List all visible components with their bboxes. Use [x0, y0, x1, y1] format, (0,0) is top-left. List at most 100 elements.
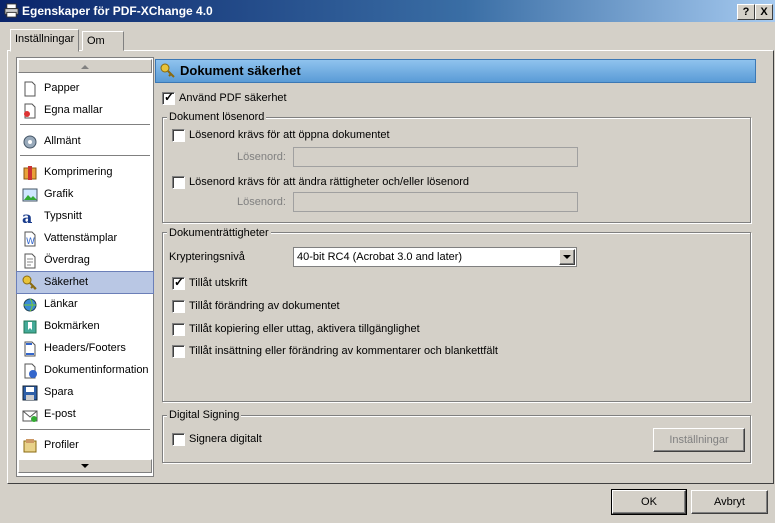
checkmark-icon: ✓	[164, 90, 175, 104]
sidebar-item-vattenstamplar[interactable]: W Vattenstämplar	[17, 228, 153, 249]
links-icon	[23, 298, 37, 312]
ok-button[interactable]: OK	[612, 490, 686, 514]
dropdown-button[interactable]	[559, 249, 575, 265]
printer-icon	[4, 3, 19, 18]
password-group-legend: Dokument lösenord	[167, 111, 267, 123]
headers-footers-icon	[24, 341, 36, 357]
sidebar-scroll-down-button[interactable]	[18, 459, 152, 473]
change-password-label: Lösenord krävs för att ändra rättigheter…	[189, 176, 470, 188]
sidebar-item-label: Säkerhet	[44, 276, 89, 288]
signing-group-legend: Digital Signing	[167, 409, 242, 421]
sign-digitally-checkbox[interactable]	[172, 433, 185, 446]
sidebar-item-label: Spara	[44, 386, 74, 398]
sidebar-item-papper[interactable]: Papper	[17, 78, 153, 99]
help-button[interactable]: ?	[737, 4, 755, 20]
change-password-checkbox[interactable]	[172, 176, 185, 189]
encryption-select[interactable]: 40-bit RC4 (Acrobat 3.0 and later)	[293, 247, 577, 267]
sidebar-item-overdrag[interactable]: Överdrag	[17, 250, 153, 271]
paper-icon	[24, 81, 36, 97]
sidebar-item-label: Grafik	[44, 188, 74, 200]
watermark-icon: W	[24, 231, 36, 247]
bookmarks-icon	[23, 320, 37, 334]
general-icon	[23, 135, 37, 149]
security-icon	[160, 63, 175, 78]
sidebar-item-egna-mallar[interactable]: Egna mallar	[17, 100, 153, 121]
allow-print-label: Tillåt utskrift	[189, 277, 248, 289]
change-password-field-label: Lösenord:	[237, 196, 286, 208]
sidebar-item-dokumentinformation[interactable]: Dokumentinformation	[17, 360, 153, 381]
allow-copy-checkbox[interactable]	[172, 323, 185, 336]
sidebar-divider	[20, 155, 150, 156]
section-title: Dokument säkerhet	[180, 63, 301, 78]
sidebar-item-headers-footers[interactable]: Headers/Footers	[17, 338, 153, 359]
sidebar-divider	[20, 429, 150, 430]
sidebar-item-sakerhet[interactable]: Säkerhet	[16, 271, 154, 294]
tab-about[interactable]: Om	[82, 31, 124, 51]
sidebar-item-label: Dokumentinformation	[44, 364, 149, 376]
signing-settings-button[interactable]: Inställningar	[653, 428, 745, 452]
sidebar-item-label: Vattenstämplar	[44, 232, 118, 244]
encryption-select-value: 40-bit RC4 (Acrobat 3.0 and later)	[297, 251, 463, 263]
document-info-icon	[24, 363, 37, 379]
allow-print-checkbox[interactable]: ✓	[172, 275, 185, 290]
allow-copy-label: Tillåt kopiering eller uttag, aktivera t…	[189, 323, 420, 335]
save-icon	[22, 385, 38, 401]
allow-modify-checkbox[interactable]	[172, 300, 185, 313]
sign-digitally-label: Signera digitalt	[189, 433, 262, 445]
sidebar-item-label: Bokmärken	[44, 320, 100, 332]
close-button[interactable]: X	[755, 4, 773, 20]
use-security-label: Använd PDF säkerhet	[179, 92, 287, 104]
graphics-icon	[22, 188, 38, 202]
chevron-down-icon	[563, 255, 571, 259]
profiles-icon	[23, 439, 37, 453]
allow-comments-label: Tillåt insättning eller förändring av ko…	[189, 345, 498, 357]
open-password-checkbox[interactable]	[172, 129, 185, 142]
sidebar-item-label: Komprimering	[44, 166, 113, 178]
title-bar[interactable]: Egenskaper för PDF-XChange 4.0 ? X	[0, 0, 775, 22]
open-password-label: Lösenord krävs för att öppna dokumentet	[189, 129, 390, 141]
overlay-icon	[24, 253, 36, 269]
open-password-input[interactable]	[293, 147, 578, 167]
sidebar-divider	[20, 124, 150, 125]
sidebar-item-allmant[interactable]: Allmänt	[17, 131, 153, 152]
allow-modify-label: Tillåt förändring av dokumentet	[189, 300, 340, 312]
svg-text:a: a	[22, 209, 32, 225]
open-password-field-label: Lösenord:	[237, 151, 286, 163]
change-password-input[interactable]	[293, 192, 578, 212]
compression-icon	[23, 166, 37, 180]
sidebar-item-label: Headers/Footers	[44, 342, 126, 354]
sidebar-item-label: Överdrag	[44, 254, 90, 266]
section-header: Dokument säkerhet	[155, 59, 756, 83]
sidebar-item-label: Allmänt	[44, 135, 81, 147]
email-icon	[22, 410, 38, 422]
arrow-down-icon	[81, 464, 89, 468]
custom-template-icon	[24, 103, 36, 119]
permissions-group-legend: Dokumenträttigheter	[167, 227, 271, 239]
arrow-up-icon	[81, 65, 89, 69]
sidebar-item-grafik[interactable]: Grafik	[17, 184, 153, 205]
sidebar-item-lankar[interactable]: Länkar	[17, 294, 153, 315]
sidebar-item-label: Profiler	[44, 439, 79, 451]
svg-text:W: W	[26, 237, 35, 247]
sidebar-item-e-post[interactable]: E-post	[17, 404, 153, 425]
sidebar-scroll-up-button[interactable]	[18, 59, 152, 73]
sidebar-item-spara[interactable]: Spara	[17, 382, 153, 403]
sidebar-item-bokmarken[interactable]: Bokmärken	[17, 316, 153, 337]
sidebar-item-profiler[interactable]: Profiler	[17, 435, 153, 456]
sidebar-item-label: Papper	[44, 82, 80, 94]
security-icon	[22, 275, 37, 290]
tab-settings[interactable]: Inställningar	[10, 29, 80, 52]
encryption-label: Krypteringsnivå	[169, 251, 245, 263]
window-title: Egenskaper för PDF-XChange 4.0	[22, 4, 213, 18]
sidebar-item-label: Egna mallar	[44, 104, 103, 116]
cancel-button[interactable]: Avbryt	[691, 490, 768, 514]
sidebar: Papper Egna mallar Allmänt Komprimering …	[16, 57, 154, 477]
font-icon: a	[22, 209, 32, 225]
sidebar-item-typsnitt[interactable]: a Typsnitt	[17, 206, 153, 227]
allow-comments-checkbox[interactable]	[172, 345, 185, 358]
sidebar-item-label: E-post	[44, 408, 76, 420]
sidebar-item-label: Typsnitt	[44, 210, 82, 222]
sidebar-item-komprimering[interactable]: Komprimering	[17, 162, 153, 183]
checkmark-icon: ✓	[174, 275, 185, 289]
use-security-checkbox[interactable]: ✓	[162, 90, 175, 105]
